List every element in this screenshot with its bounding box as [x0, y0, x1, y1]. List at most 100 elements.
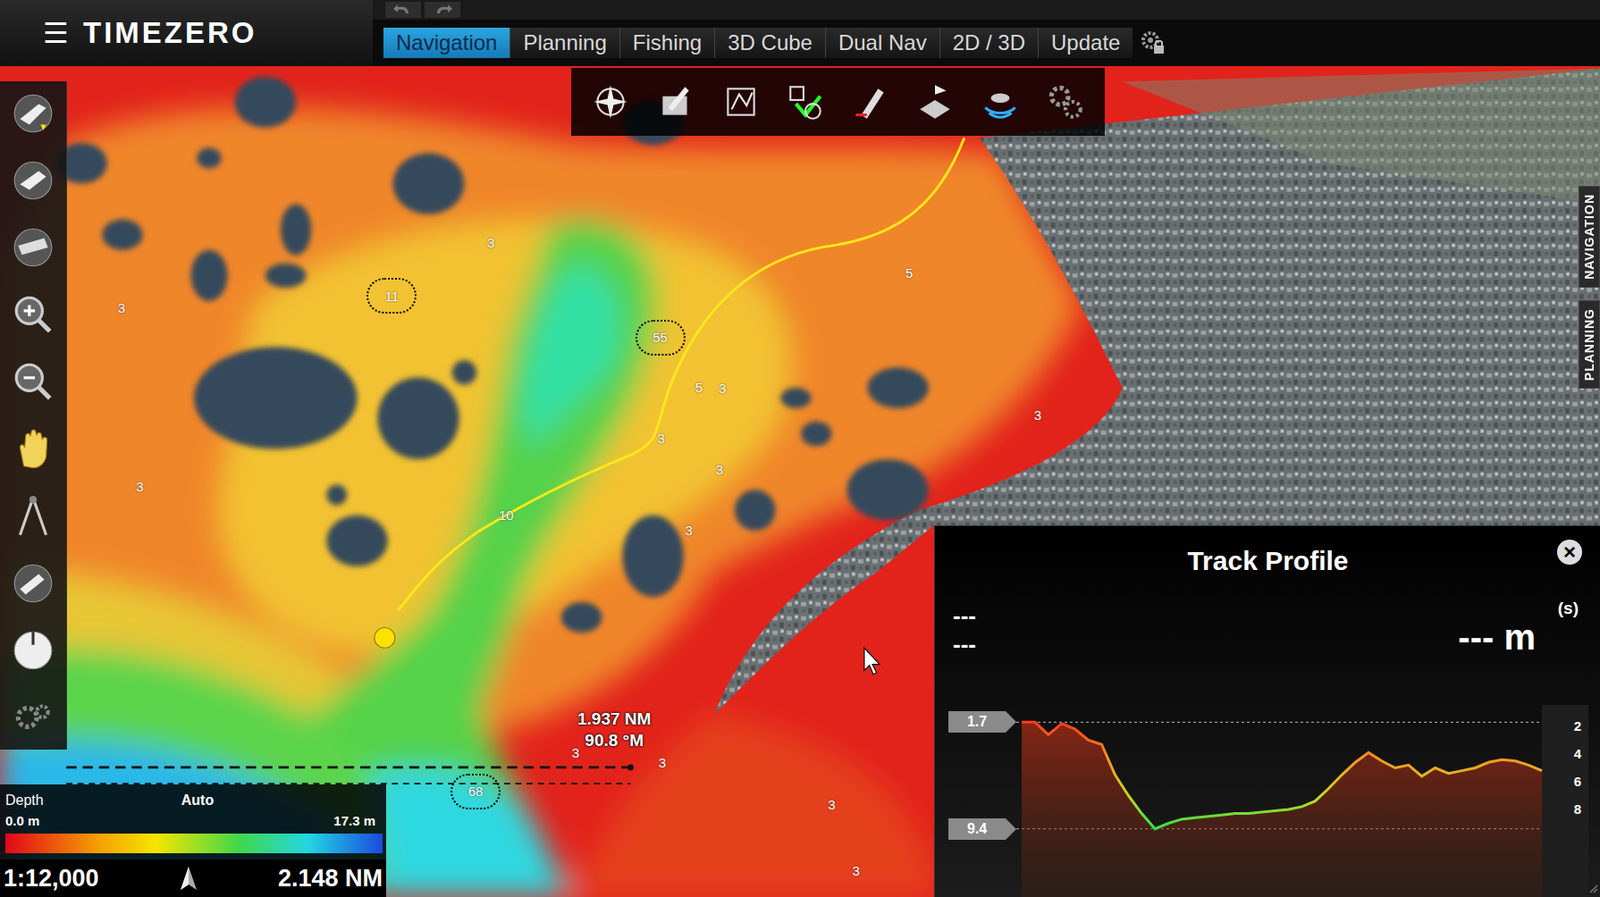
compass-divider-icon[interactable]	[8, 491, 59, 542]
route-check-icon[interactable]	[783, 79, 828, 125]
depth-sounding: 3	[126, 476, 153, 498]
tab[interactable]: Planning	[509, 27, 619, 59]
sounding-value: 3	[658, 756, 666, 770]
redo-icon[interactable]	[424, 1, 461, 18]
tab[interactable]: Dual Nav	[825, 27, 940, 59]
sounding-value: 3	[718, 381, 726, 396]
axis-tick: 6	[1574, 774, 1582, 791]
undo-redo	[372, 0, 1600, 20]
sounding-value: 5	[905, 266, 913, 280]
depth-sounding: 3	[706, 458, 733, 480]
sounding-value: 55	[652, 330, 668, 345]
profile-readouts: ------	[952, 601, 977, 659]
sounding-value: 68	[468, 784, 484, 799]
depth-sounding: 10	[492, 504, 520, 526]
axis-tick: 4	[1574, 746, 1582, 763]
close-button[interactable]: ×	[1557, 539, 1583, 565]
depth-sounding: 3	[648, 752, 676, 775]
sounding-value: 3	[135, 480, 144, 494]
depth-sounding: 3	[708, 378, 736, 400]
tab-list: NavigationPlanningFishing3D CubeDual Nav…	[383, 27, 1133, 59]
close-glyph[interactable]: ×	[1563, 541, 1576, 564]
boat-menu-icon[interactable]	[8, 155, 59, 206]
sounding-value: 3	[715, 463, 724, 477]
tab[interactable]: 3D Cube	[714, 27, 826, 59]
route-tool-icon[interactable]	[8, 558, 59, 609]
tab[interactable]: 2D / 3D	[939, 27, 1038, 59]
left-toolbar	[0, 81, 68, 750]
sounding-value: 3	[572, 746, 580, 760]
marker-value: 1.7	[967, 711, 987, 733]
profile-depth-reading: --- m	[1457, 610, 1536, 665]
sounding-value: 3	[684, 523, 692, 538]
boat-center-icon[interactable]	[8, 88, 59, 139]
depth-sounding: 68	[450, 774, 501, 810]
tab[interactable]: Fishing	[619, 27, 715, 59]
profile-title-row: Track Profile	[934, 540, 1600, 582]
sounding-value: 3	[827, 798, 835, 812]
depth-gradient	[5, 833, 383, 854]
unit-toggle[interactable]: (s)	[1557, 596, 1579, 623]
mark-tool-icon[interactable]	[8, 625, 59, 676]
floating-toolbar	[571, 67, 1105, 136]
legend-min: 0.0 m	[5, 811, 40, 833]
waypoint-icon[interactable]	[912, 79, 958, 125]
north-arrow-icon[interactable]	[176, 865, 201, 893]
depth-sounding: 3	[1024, 404, 1052, 427]
settings-lock-icon[interactable]	[1139, 29, 1167, 57]
marker-box: 9.4	[948, 818, 1006, 841]
profile-area	[1021, 722, 1542, 897]
sonar-icon[interactable]	[977, 79, 1023, 125]
depth-sounding: 11	[366, 277, 417, 314]
side-tab[interactable]: NAVIGATION	[1578, 185, 1600, 288]
depth-sounding: 3	[648, 428, 675, 450]
depth-legend: Depth Auto 0.0 m 17.3 m	[0, 784, 387, 860]
profile-chart	[934, 526, 1600, 897]
side-tab-label[interactable]: PLANNING	[1580, 308, 1600, 381]
depth-sounding: 3	[108, 297, 135, 320]
legend-title: Depth	[5, 790, 95, 812]
depth-sounding: 3	[842, 860, 870, 883]
side-tabs: NAVIGATION PLANNING	[1578, 185, 1600, 389]
side-tab-label[interactable]: NAVIGATION	[1580, 193, 1600, 280]
undo-icon[interactable]	[385, 1, 422, 18]
gear-icon[interactable]	[8, 692, 59, 743]
profile-title: Track Profile	[1187, 540, 1348, 582]
chart-range: 2.148 NM	[277, 860, 383, 897]
sounding-value: 5	[695, 380, 703, 395]
tab-strip: NavigationPlanningFishing3D CubeDual Nav…	[372, 19, 1600, 67]
settings-icon[interactable]	[1043, 79, 1088, 125]
compass-icon[interactable]	[588, 79, 633, 125]
draw-tools-icon[interactable]	[653, 79, 699, 125]
track-profile-panel: Track Profile × ------ --- m (s) 1.79.4 …	[934, 525, 1600, 897]
side-tab[interactable]: PLANNING	[1578, 300, 1600, 389]
profile-readout: ---	[952, 601, 977, 631]
depth-sounding: 3	[675, 520, 703, 542]
depth-sounding: 5	[685, 377, 713, 399]
tab[interactable]: Navigation	[383, 27, 510, 59]
chart-scale[interactable]: 1:12,000	[3, 860, 100, 897]
measure-label: 1.937 NM 90.8 °M	[577, 708, 651, 752]
legend-range: 0.0 m 17.3 m	[5, 811, 381, 833]
sounding-value: 3	[1034, 408, 1042, 422]
depth-marker: 1.7	[948, 711, 1017, 733]
boat-view-icon[interactable]	[8, 222, 59, 273]
sounding-value: 11	[385, 289, 400, 304]
profile-readout: ---	[952, 630, 977, 659]
sounding-value: 10	[498, 508, 514, 523]
legend-max: 17.3 m	[333, 811, 376, 833]
zoom-out-icon[interactable]	[8, 356, 59, 407]
pan-hand-icon[interactable]	[8, 424, 59, 475]
app-window: 3113555533333103336833 ☰ TIMEZERO Naviga…	[0, 0, 1600, 897]
top-bar: ☰ TIMEZERO NavigationPlanningFishing3D C…	[0, 0, 1600, 67]
chart-layers-icon[interactable]	[718, 79, 764, 125]
profile-line	[1021, 722, 1542, 829]
zoom-in-icon[interactable]	[8, 289, 59, 340]
tab-area: NavigationPlanningFishing3D CubeDual Nav…	[372, 0, 1600, 67]
legend-mode[interactable]: Auto	[94, 790, 301, 812]
ruler-icon[interactable]	[848, 79, 893, 125]
tab[interactable]: Update	[1037, 27, 1133, 59]
sounding-value: 3	[487, 235, 495, 250]
depth-sounding: 5	[895, 262, 923, 285]
menu-icon[interactable]: ☰	[42, 18, 69, 48]
